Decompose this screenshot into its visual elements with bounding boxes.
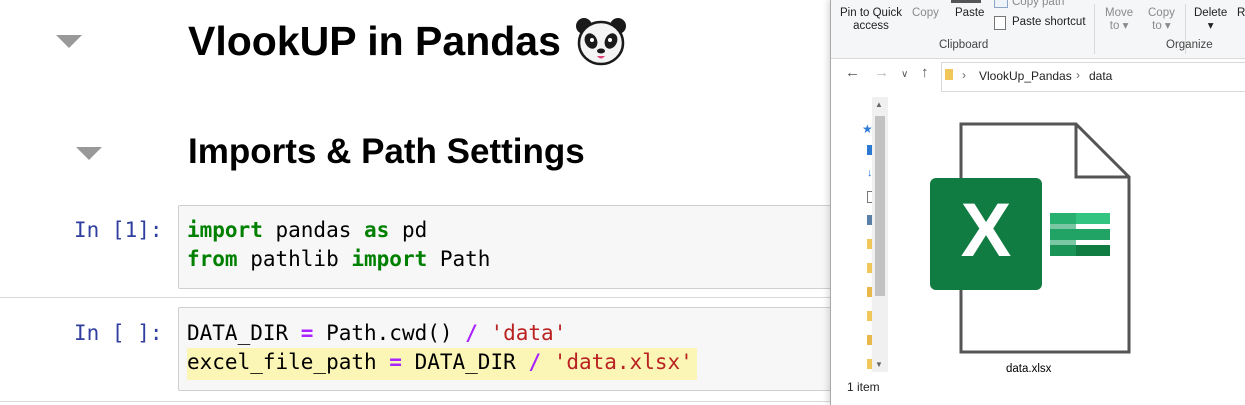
cell-separator: [0, 401, 835, 402]
organize-group-label: Organize: [1166, 39, 1213, 51]
variable: DATA_DIR: [187, 321, 301, 345]
call-expr: Path.cwd(): [313, 321, 466, 345]
notebook-title: VlookUP in Pandas: [188, 14, 627, 68]
cell-separator: [0, 297, 835, 298]
copy-path-icon: [994, 0, 1008, 8]
recent-locations-chevron-icon[interactable]: ∨: [901, 69, 908, 80]
move-to-label-1: Move: [1105, 7, 1134, 19]
notebook-area: VlookUP in Pandas Imports & Path Setting…: [0, 0, 880, 405]
move-to-label-2: to ▾: [1109, 20, 1129, 32]
kw-as: as: [364, 218, 390, 242]
rename-button[interactable]: Re: [1237, 7, 1245, 20]
quick-access-star-icon[interactable]: ★: [862, 122, 873, 136]
copy-path-button[interactable]: Copy path: [1012, 0, 1064, 9]
scroll-up-icon[interactable]: ▲: [875, 100, 883, 109]
file-explorer-window: Pin to Quick access Copy Paste Copy path…: [830, 0, 1245, 405]
delete-button[interactable]: Delete ▾: [1194, 7, 1227, 33]
collapse-section-toggle[interactable]: [76, 147, 102, 160]
breadcrumb-item-vlookup-pandas[interactable]: VlookUp_Pandas: [979, 69, 1072, 83]
breadcrumb-separator: ›: [962, 68, 966, 82]
operator: =: [300, 321, 314, 345]
paste-shortcut-icon: [994, 16, 1006, 30]
operator: /: [465, 321, 478, 345]
module-name: pandas: [262, 218, 365, 242]
file-item-data-xlsx[interactable]: X: [924, 120, 1164, 380]
copy-button[interactable]: Copy: [912, 7, 939, 20]
file-name-label: data.xlsx: [1006, 363, 1052, 375]
up-arrow-icon[interactable]: ↑: [921, 64, 929, 81]
paste-button[interactable]: Paste: [955, 7, 984, 20]
section-heading: Imports & Path Settings: [188, 132, 585, 171]
string-literal: 'data.xlsx': [553, 350, 693, 374]
cell-2-prompt: In [ ]:: [74, 321, 163, 345]
kw-from: from: [187, 247, 238, 271]
clipboard-group-label: Clipboard: [939, 39, 989, 51]
ribbon: Pin to Quick access Copy Paste Copy path…: [831, 0, 1245, 59]
paste-shortcut-label: Paste shortcut: [1012, 16, 1086, 28]
paste-icon: [951, 0, 981, 3]
excel-file-icon: X: [930, 122, 1131, 354]
scroll-down-icon[interactable]: ▼: [875, 360, 883, 369]
code-cell-1-line-2: from pathlib import Path: [187, 245, 490, 274]
paste-shortcut-button[interactable]: Paste shortcut: [1012, 16, 1086, 29]
dropdown-arrow-icon: ▾: [1207, 20, 1214, 32]
breadcrumb-separator: ›: [1076, 68, 1080, 82]
variable: DATA_DIR: [401, 350, 529, 374]
variable: excel_file_path: [187, 350, 390, 374]
copy-to-label-1: Copy: [1148, 7, 1175, 19]
string-literal: 'data': [490, 321, 567, 345]
move-to-button[interactable]: Move to ▾: [1105, 7, 1133, 33]
panda-emoji-icon: [575, 18, 626, 66]
copy-to-label-2: to ▾: [1152, 20, 1171, 32]
navigation-pane[interactable]: ★ ↓: [831, 97, 874, 372]
folder-icon: [945, 69, 953, 80]
ribbon-separator: [1094, 4, 1095, 54]
code-cell-1-line-1: import pandas as pd: [187, 216, 427, 245]
import-name: Path: [427, 247, 491, 271]
kw-import: import: [351, 247, 428, 271]
operator: /: [528, 350, 542, 374]
status-bar-item-count: 1 item: [847, 380, 880, 394]
delete-label: Delete: [1194, 7, 1228, 19]
forward-arrow-icon[interactable]: →: [874, 64, 889, 81]
pin-label-2: access: [853, 20, 889, 32]
pin-to-quick-access-button[interactable]: Pin to Quick access: [840, 7, 902, 33]
pin-label-1: Pin to Quick: [840, 7, 902, 19]
collapse-title-toggle[interactable]: [56, 35, 82, 48]
scrollbar-thumb[interactable]: [875, 116, 885, 296]
back-arrow-icon[interactable]: ←: [845, 64, 860, 81]
title-text: VlookUP in Pandas: [188, 18, 561, 64]
module-name: pathlib: [237, 247, 352, 271]
code-cell-2-line-1: DATA_DIR = Path.cwd() / 'data': [187, 319, 566, 348]
copy-to-button[interactable]: Copy to ▾: [1148, 7, 1175, 33]
cell-1-prompt: In [1]:: [74, 218, 163, 242]
code-cell-2-line-2-highlighted: excel_file_path = DATA_DIR / 'data.xlsx': [187, 348, 697, 380]
svg-text:X: X: [961, 188, 1012, 273]
alias-name: pd: [389, 218, 428, 242]
breadcrumb-item-data[interactable]: data: [1089, 69, 1112, 83]
operator: =: [389, 350, 402, 374]
copy-path-label: Copy path: [1012, 0, 1065, 8]
kw-import: import: [187, 218, 263, 242]
